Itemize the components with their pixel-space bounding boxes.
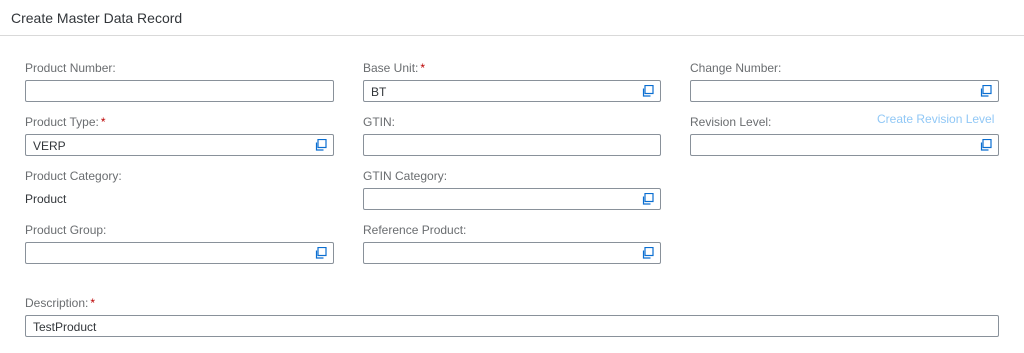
product-type-field[interactable]: VERP [25, 134, 334, 156]
product-category-label: Product Category: [25, 169, 122, 183]
product-group-field[interactable] [25, 242, 334, 264]
product-type-value: VERP [33, 139, 66, 153]
value-help-icon[interactable] [641, 193, 654, 206]
description-field[interactable]: TestProduct [25, 315, 999, 337]
value-help-icon[interactable] [641, 85, 654, 98]
product-category-value: Product [25, 192, 67, 206]
change-number-label: Change Number: [690, 61, 782, 75]
change-number-field[interactable] [690, 80, 999, 102]
revision-level-field[interactable] [690, 134, 999, 156]
base-unit-value: BT [371, 85, 387, 99]
product-number-label: Product Number: [25, 61, 116, 75]
value-help-icon[interactable] [314, 139, 327, 152]
product-type-label: Product Type: * [25, 115, 106, 129]
description-value: TestProduct [33, 320, 97, 334]
value-help-icon[interactable] [314, 247, 327, 260]
dialog-header: Create Master Data Record [0, 0, 1024, 36]
reference-product-field[interactable] [363, 242, 661, 264]
gtin-category-field[interactable] [363, 188, 661, 210]
required-marker: * [90, 296, 96, 310]
base-unit-label: Base Unit: * [363, 61, 426, 75]
gtin-field[interactable] [363, 134, 661, 156]
base-unit-field[interactable]: BT [363, 80, 661, 102]
product-group-label: Product Group: [25, 223, 107, 237]
product-number-field[interactable] [25, 80, 334, 102]
create-revision-level-link[interactable]: Create Revision Level [877, 112, 994, 126]
value-help-icon[interactable] [979, 139, 992, 152]
required-marker: * [100, 115, 106, 129]
dialog-title: Create Master Data Record [11, 10, 183, 26]
gtin-label: GTIN: [363, 115, 395, 129]
description-label: Description: * [25, 296, 96, 310]
reference-product-label: Reference Product: [363, 223, 467, 237]
value-help-icon[interactable] [641, 247, 654, 260]
value-help-icon[interactable] [979, 85, 992, 98]
create-master-data-dialog: Create Master Data Record Product Number… [0, 0, 1024, 353]
required-marker: * [420, 61, 426, 75]
gtin-category-label: GTIN Category: [363, 169, 448, 183]
revision-level-label: Revision Level: [690, 115, 772, 129]
